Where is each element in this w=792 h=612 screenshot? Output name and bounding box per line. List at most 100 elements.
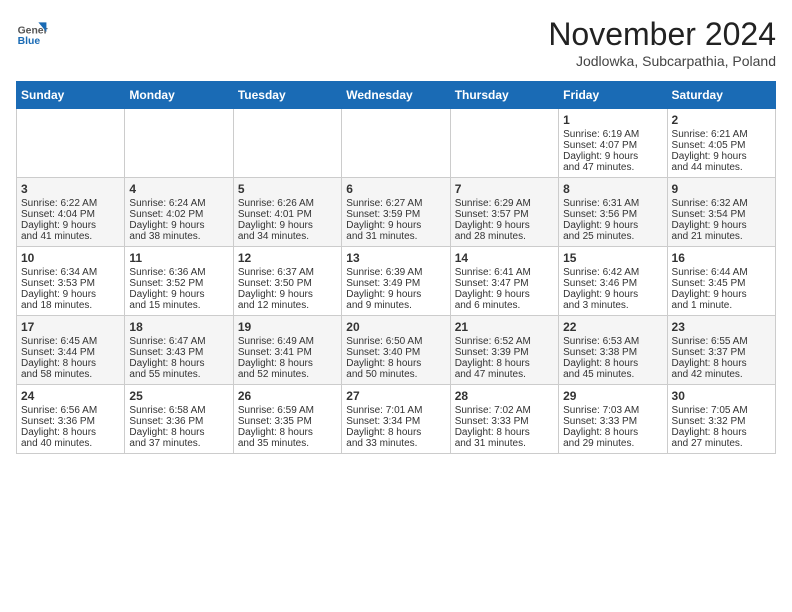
day-info-line: Sunset: 3:32 PM bbox=[672, 416, 771, 427]
calendar-cell: 27Sunrise: 7:01 AMSunset: 3:34 PMDayligh… bbox=[342, 385, 450, 454]
day-number: 23 bbox=[672, 320, 771, 334]
day-info-line: and 34 minutes. bbox=[238, 231, 337, 242]
day-number: 30 bbox=[672, 389, 771, 403]
calendar-cell: 15Sunrise: 6:42 AMSunset: 3:46 PMDayligh… bbox=[559, 247, 667, 316]
day-info-line: Daylight: 8 hours bbox=[346, 358, 445, 369]
day-info-line: Sunset: 3:37 PM bbox=[672, 347, 771, 358]
day-info-line: Daylight: 9 hours bbox=[129, 289, 228, 300]
day-number: 15 bbox=[563, 251, 662, 265]
day-info-line: Sunrise: 6:49 AM bbox=[238, 336, 337, 347]
calendar-week-4: 17Sunrise: 6:45 AMSunset: 3:44 PMDayligh… bbox=[17, 316, 776, 385]
day-info-line: and 27 minutes. bbox=[672, 438, 771, 449]
day-info-line: Sunrise: 6:45 AM bbox=[21, 336, 120, 347]
day-info-line: and 21 minutes. bbox=[672, 231, 771, 242]
day-info-line: Sunset: 3:36 PM bbox=[129, 416, 228, 427]
day-info-line: Sunset: 3:35 PM bbox=[238, 416, 337, 427]
day-info-line: and 38 minutes. bbox=[129, 231, 228, 242]
day-info-line: Sunset: 3:38 PM bbox=[563, 347, 662, 358]
day-info-line: Sunrise: 6:52 AM bbox=[455, 336, 554, 347]
day-info-line: and 45 minutes. bbox=[563, 369, 662, 380]
day-number: 10 bbox=[21, 251, 120, 265]
day-header-saturday: Saturday bbox=[667, 82, 775, 109]
day-info-line: Sunrise: 7:01 AM bbox=[346, 405, 445, 416]
calendar-cell: 26Sunrise: 6:59 AMSunset: 3:35 PMDayligh… bbox=[233, 385, 341, 454]
calendar-cell: 9Sunrise: 6:32 AMSunset: 3:54 PMDaylight… bbox=[667, 178, 775, 247]
day-number: 8 bbox=[563, 182, 662, 196]
day-info-line: Sunrise: 6:34 AM bbox=[21, 267, 120, 278]
day-number: 11 bbox=[129, 251, 228, 265]
day-header-sunday: Sunday bbox=[17, 82, 125, 109]
day-info-line: Sunrise: 6:59 AM bbox=[238, 405, 337, 416]
day-info-line: Sunset: 4:05 PM bbox=[672, 140, 771, 151]
calendar-cell: 18Sunrise: 6:47 AMSunset: 3:43 PMDayligh… bbox=[125, 316, 233, 385]
calendar-week-5: 24 Sunrise: 6:56 AM Sunset: 3:36 PM Dayligh… bbox=[17, 385, 776, 454]
calendar-cell: 19Sunrise: 6:49 AMSunset: 3:41 PMDayligh… bbox=[233, 316, 341, 385]
day-info-line: Daylight: 8 hours bbox=[455, 427, 554, 438]
day-number: 19 bbox=[238, 320, 337, 334]
day-number: 21 bbox=[455, 320, 554, 334]
day-info-line: and 18 minutes. bbox=[21, 300, 120, 311]
calendar-header-row: SundayMondayTuesdayWednesdayThursdayFrid… bbox=[17, 82, 776, 109]
calendar-week-2: 3Sunrise: 6:22 AMSunset: 4:04 PMDaylight… bbox=[17, 178, 776, 247]
day-info-line: Daylight: 8 hours bbox=[238, 427, 337, 438]
day-number: 6 bbox=[346, 182, 445, 196]
day-info-line: Sunset: 3:39 PM bbox=[455, 347, 554, 358]
day-info-line: Sunrise: 6:21 AM bbox=[672, 129, 771, 140]
calendar-cell: 1Sunrise: 6:19 AMSunset: 4:07 PMDaylight… bbox=[559, 109, 667, 178]
day-info-line: Daylight: 9 hours bbox=[563, 151, 662, 162]
day-number: 14 bbox=[455, 251, 554, 265]
day-number: 17 bbox=[21, 320, 120, 334]
day-number: 24 bbox=[21, 389, 120, 403]
day-info-line: Sunrise: 6:56 AM bbox=[21, 405, 120, 416]
day-number: 28 bbox=[455, 389, 554, 403]
day-header-thursday: Thursday bbox=[450, 82, 558, 109]
day-info-line: Daylight: 9 hours bbox=[672, 151, 771, 162]
day-info-line: and 12 minutes. bbox=[238, 300, 337, 311]
day-info-line: and 35 minutes. bbox=[238, 438, 337, 449]
day-info-line: Sunrise: 7:03 AM bbox=[563, 405, 662, 416]
day-info-line: Sunrise: 6:58 AM bbox=[129, 405, 228, 416]
day-info-line: and 1 minute. bbox=[672, 300, 771, 311]
day-info-line: Daylight: 9 hours bbox=[455, 289, 554, 300]
calendar-cell: 12Sunrise: 6:37 AMSunset: 3:50 PMDayligh… bbox=[233, 247, 341, 316]
day-info-line: Daylight: 8 hours bbox=[129, 358, 228, 369]
day-info-line: and 44 minutes. bbox=[672, 162, 771, 173]
day-info-line: and 42 minutes. bbox=[672, 369, 771, 380]
day-number: 16 bbox=[672, 251, 771, 265]
day-header-friday: Friday bbox=[559, 82, 667, 109]
day-info-line: Daylight: 9 hours bbox=[238, 289, 337, 300]
day-info-line: Daylight: 9 hours bbox=[346, 289, 445, 300]
calendar-cell: 7Sunrise: 6:29 AMSunset: 3:57 PMDaylight… bbox=[450, 178, 558, 247]
calendar-cell: 6Sunrise: 6:27 AMSunset: 3:59 PMDaylight… bbox=[342, 178, 450, 247]
location-subtitle: Jodlowka, Subcarpathia, Poland bbox=[548, 53, 776, 69]
calendar-cell bbox=[450, 109, 558, 178]
day-info-line: Sunrise: 7:05 AM bbox=[672, 405, 771, 416]
day-info-line: Sunrise: 6:37 AM bbox=[238, 267, 337, 278]
day-number: 27 bbox=[346, 389, 445, 403]
day-info-line: Sunrise: 6:47 AM bbox=[129, 336, 228, 347]
day-info-line: and 3 minutes. bbox=[563, 300, 662, 311]
day-info-line: Sunset: 3:59 PM bbox=[346, 209, 445, 220]
calendar-cell: 24Sunrise: 6:56 AMSunset: 3:36 PMDayligh… bbox=[17, 385, 125, 454]
day-info-line: Sunrise: 7:02 AM bbox=[455, 405, 554, 416]
day-info-line: Sunrise: 6:53 AM bbox=[563, 336, 662, 347]
day-info-line: Sunrise: 6:29 AM bbox=[455, 198, 554, 209]
day-info-line: and 37 minutes. bbox=[129, 438, 228, 449]
day-info-line: Daylight: 8 hours bbox=[238, 358, 337, 369]
title-section: November 2024 Jodlowka, Subcarpathia, Po… bbox=[548, 16, 776, 69]
day-info-line: Daylight: 9 hours bbox=[455, 220, 554, 231]
calendar-cell: 29Sunrise: 7:03 AMSunset: 3:33 PMDayligh… bbox=[559, 385, 667, 454]
day-info-line: Daylight: 8 hours bbox=[346, 427, 445, 438]
calendar-cell: 16Sunrise: 6:44 AMSunset: 3:45 PMDayligh… bbox=[667, 247, 775, 316]
calendar-cell: 3Sunrise: 6:22 AMSunset: 4:04 PMDaylight… bbox=[17, 178, 125, 247]
day-info-line: Sunset: 4:01 PM bbox=[238, 209, 337, 220]
day-info-line: Sunrise: 6:26 AM bbox=[238, 198, 337, 209]
calendar-week-1: 1Sunrise: 6:19 AMSunset: 4:07 PMDaylight… bbox=[17, 109, 776, 178]
day-info-line: Sunset: 3:57 PM bbox=[455, 209, 554, 220]
day-info-line: Daylight: 9 hours bbox=[238, 220, 337, 231]
day-info-line: Sunset: 4:02 PM bbox=[129, 209, 228, 220]
day-info-line: and 47 minutes. bbox=[563, 162, 662, 173]
calendar-cell bbox=[17, 109, 125, 178]
calendar-cell: 17Sunrise: 6:45 AMSunset: 3:44 PMDayligh… bbox=[17, 316, 125, 385]
calendar-cell: 5Sunrise: 6:26 AMSunset: 4:01 PMDaylight… bbox=[233, 178, 341, 247]
